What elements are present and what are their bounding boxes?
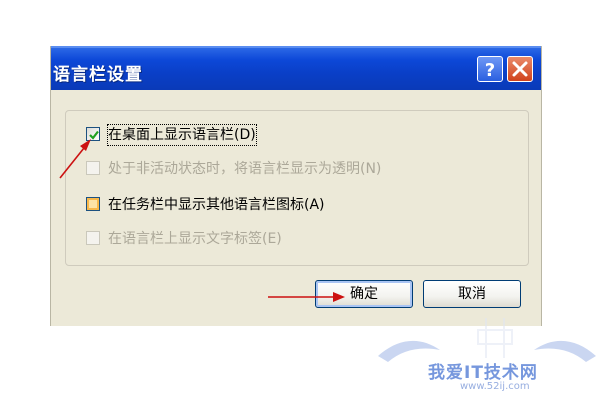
show-taskbar-icons-checkbox[interactable] bbox=[86, 197, 100, 211]
transparent-when-inactive-checkbox[interactable] bbox=[86, 161, 100, 175]
screenshot-stage: 语言栏设置 ? 在桌面上显示语言栏(D) 处于非活动状态时，将语言栏显示为透明(… bbox=[0, 0, 600, 400]
close-button[interactable] bbox=[507, 56, 533, 82]
checkmark-icon bbox=[89, 130, 99, 140]
transparent-when-inactive-label: 处于非活动状态时，将语言栏显示为透明(N) bbox=[108, 161, 382, 177]
show-on-desktop-label: 在桌面上显示语言栏(D) bbox=[107, 124, 257, 146]
question-mark-icon: ? bbox=[485, 60, 495, 81]
svg-text:?: ? bbox=[485, 60, 495, 81]
watermark-url: www.52ij.com bbox=[460, 381, 530, 392]
title-bar[interactable]: 语言栏设置 ? bbox=[51, 46, 541, 90]
show-taskbar-icons-label: 在任务栏中显示其他语言栏图标(A) bbox=[108, 197, 325, 213]
watermark-site-name: 我爱IT技术网 bbox=[428, 363, 538, 383]
dialog-title: 语言栏设置 bbox=[53, 65, 143, 85]
ok-button[interactable]: 确定 bbox=[315, 280, 413, 308]
show-on-desktop-checkbox[interactable] bbox=[86, 127, 100, 141]
show-text-labels-label: 在语言栏上显示文字标签(E) bbox=[108, 231, 282, 247]
show-text-labels-checkbox[interactable] bbox=[86, 231, 100, 245]
options-group: 在桌面上显示语言栏(D) 处于非活动状态时，将语言栏显示为透明(N) 在任务栏中… bbox=[65, 110, 529, 266]
language-bar-settings-dialog: 语言栏设置 ? 在桌面上显示语言栏(D) 处于非活动状态时，将语言栏显示为透明(… bbox=[50, 46, 542, 326]
help-button[interactable]: ? bbox=[477, 56, 503, 82]
cancel-button[interactable]: 取消 bbox=[423, 280, 521, 308]
close-x-icon bbox=[512, 61, 528, 77]
